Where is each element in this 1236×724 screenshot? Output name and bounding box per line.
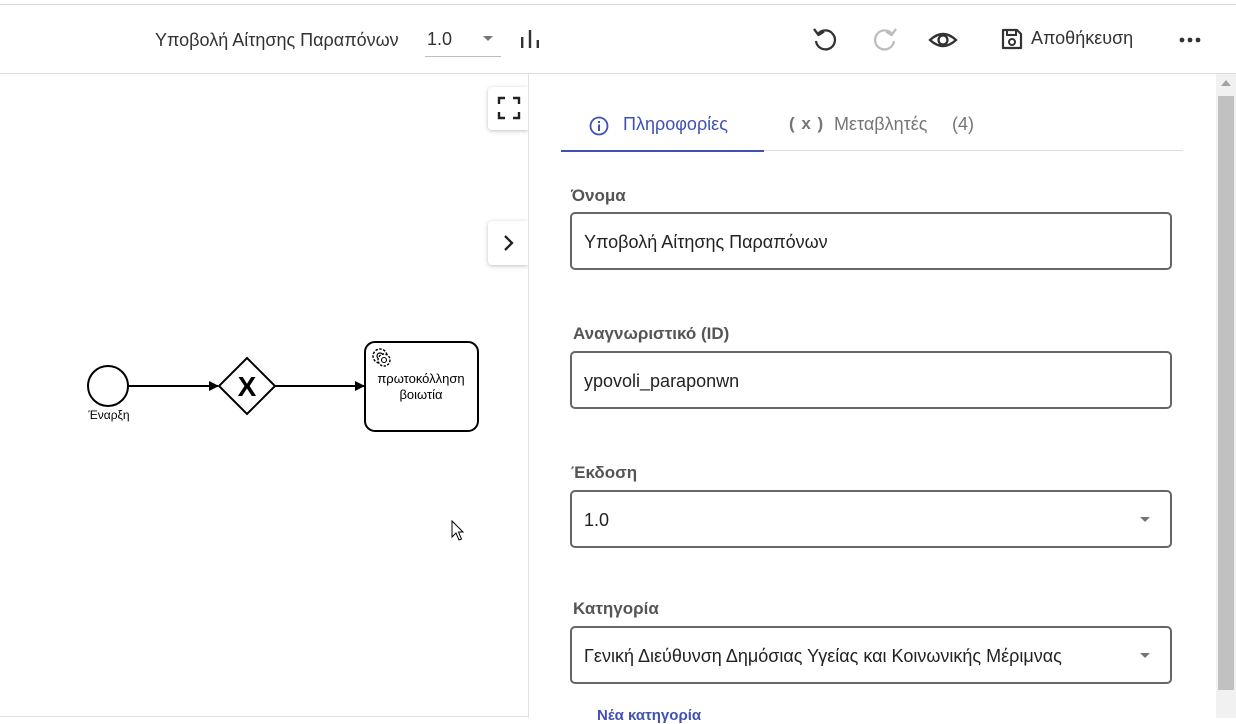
task-label-line1: πρωτοκόλληση: [377, 371, 464, 386]
category-dropdown-value: Γενική Διεύθυνση Δημόσιας Υγείας και Κοι…: [584, 646, 1062, 666]
id-label: Αναγνωριστικό (ID): [573, 324, 730, 343]
tab-info-label: Πληροφορίες: [623, 114, 728, 134]
tab-variables-count: (4): [952, 114, 974, 134]
id-field[interactable]: ypovoli_paraponwn: [570, 351, 1172, 409]
save-icon: [1000, 27, 1024, 51]
task-label-line2: βοιωτία: [399, 387, 443, 402]
name-label: Όνομα: [571, 186, 626, 205]
fullscreen-button[interactable]: [488, 87, 528, 130]
id-field-value: ypovoli_paraponwn: [584, 371, 740, 391]
variable-icon: ( x ): [789, 114, 825, 133]
category-dropdown[interactable]: Γενική Διεύθυνση Δημόσιας Υγείας και Κοι…: [570, 626, 1172, 684]
tab-info[interactable]: Πληροφορίες: [561, 104, 764, 152]
undo-icon[interactable]: [811, 25, 839, 53]
start-event[interactable]: [87, 365, 129, 407]
version-label: Έκδοση: [571, 463, 638, 482]
scroll-up-arrow-icon[interactable]: [1221, 80, 1231, 86]
mouse-cursor-icon: [451, 519, 465, 541]
caret-down-icon: [1140, 653, 1150, 658]
chevron-right-icon: [504, 235, 514, 251]
save-label: Αποθήκευση: [1031, 28, 1134, 48]
scrollbar-thumb[interactable]: [1218, 96, 1234, 690]
fullscreen-icon: [497, 96, 521, 120]
category-label: Κατηγορία: [573, 599, 659, 618]
start-event-label: Έναρξη: [87, 408, 129, 422]
info-icon: [589, 116, 609, 136]
gateway-x-label: X: [238, 371, 257, 402]
more-horizontal-icon[interactable]: [1178, 33, 1202, 45]
version-dropdown[interactable]: 1.0: [570, 490, 1172, 548]
eye-icon[interactable]: [928, 25, 958, 55]
save-button[interactable]: Αποθήκευση: [996, 21, 1142, 57]
collapse-panel-button[interactable]: [488, 221, 528, 265]
canvas-bottom-border: [0, 716, 528, 717]
redo-icon[interactable]: [871, 25, 899, 53]
name-field[interactable]: Υποβολή Αίτησης Παραπόνων: [570, 212, 1172, 270]
new-category-link[interactable]: Νέα κατηγορία: [597, 707, 701, 724]
bpmn-diagram: X πρωτοκόλληση βοιωτία Έναρξη: [87, 341, 479, 541]
tab-variables-label: Μεταβλητές: [834, 114, 928, 134]
tab-variables[interactable]: ( x ) Μεταβλητές (4): [776, 104, 996, 150]
version-dropdown-value: 1.0: [584, 510, 610, 530]
caret-down-icon: [1140, 517, 1150, 522]
name-field-value: Υποβολή Αίτησης Παραπόνων: [584, 232, 828, 252]
